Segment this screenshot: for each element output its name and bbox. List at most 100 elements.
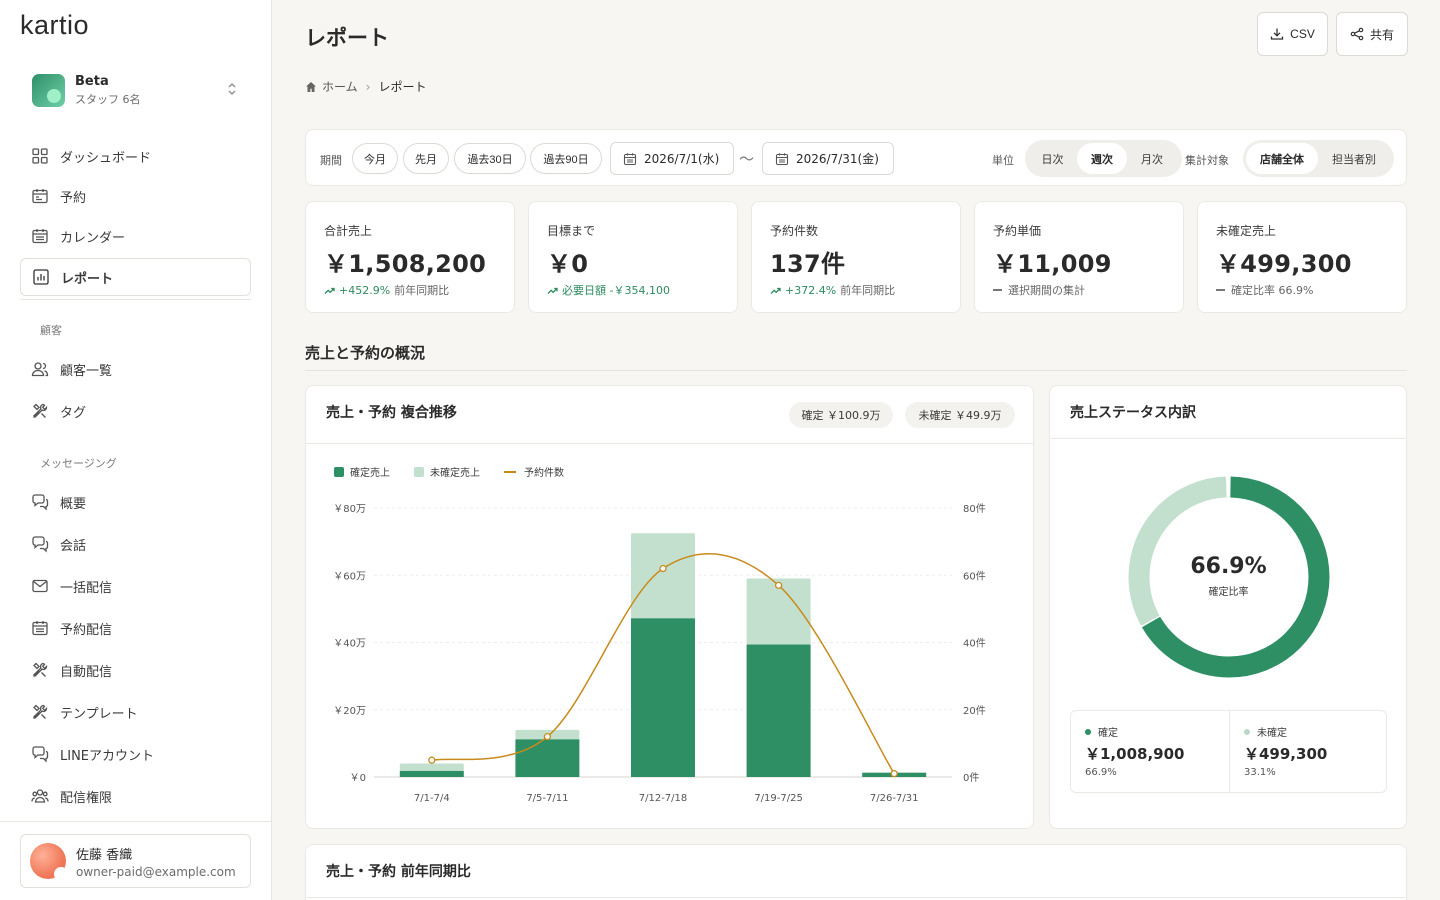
nav-booking-label: 予約 — [60, 190, 87, 206]
target-segmented-control: 店舗全体 担当者別 — [1243, 140, 1394, 177]
period-label: 期間 — [320, 154, 342, 167]
x-tick-label: 7/1-7/4 — [414, 793, 450, 804]
period-last-30[interactable]: 過去30日 — [454, 143, 526, 174]
workspace-switcher[interactable]: Beta スタッフ 6名 — [20, 62, 252, 118]
y-tick-right: 20件 — [963, 705, 986, 717]
bar-pending — [631, 533, 695, 619]
home-icon — [306, 81, 316, 92]
csv-label: CSV — [1290, 27, 1315, 41]
nav-broadcast[interactable]: 一括配信 — [20, 567, 251, 605]
app-logo[interactable]: kartio — [20, 10, 89, 41]
yoy-card: 売上・予約 前年同期比 — [305, 844, 1407, 900]
kpi-note-text: 選択期間の集計 — [1008, 284, 1085, 297]
trend-up-icon — [324, 287, 335, 294]
user-name: 佐藤 香織 — [76, 847, 133, 863]
kpi-value: ￥1,508,200 — [324, 250, 487, 278]
x-tick-label: 7/19-7/25 — [754, 793, 803, 804]
donut-center-label: 確定比率 — [1208, 587, 1249, 598]
period-last-month[interactable]: 先月 — [403, 143, 449, 174]
nav-conversations[interactable]: 会話 — [20, 525, 251, 563]
period-last-90[interactable]: 過去90日 — [530, 143, 602, 174]
stat-percent: 66.9% — [1085, 767, 1117, 778]
user-menu[interactable]: 佐藤 香織 owner-paid@example.com — [20, 834, 251, 888]
donut-center-value: 66.9% — [1190, 554, 1267, 579]
kpi-note-text: 確定比率 66.9% — [1231, 284, 1314, 297]
grid-icon — [31, 147, 49, 165]
combo-chart: ￥0 0件 ￥20万 20件 ￥40万 40件 ￥60万 60件 ￥80万 80件 7/1-7/4 7… — [333, 503, 986, 804]
stat-label-text: 確定 — [1098, 728, 1118, 739]
chat-icon — [31, 493, 49, 511]
date-from-picker[interactable]: 2026/7/1(水) — [610, 142, 734, 175]
kpi-title: 予約件数 — [770, 224, 819, 238]
kpi-pending-sales: 未確定売上 ￥499,300 確定比率 66.9% — [1197, 201, 1407, 313]
tools-icon — [31, 703, 49, 721]
breadcrumb: ホーム › レポート — [305, 78, 426, 95]
nav-divider — [20, 299, 251, 300]
nav-scheduled-label: 予約配信 — [60, 622, 113, 638]
nav-line-label: LINEアカウント — [60, 748, 155, 764]
y-tick-right: 40件 — [963, 638, 986, 650]
date-from-value: 2026/7/1(水) — [644, 152, 720, 166]
bookings-point — [659, 564, 667, 573]
y-tick-right: 60件 — [963, 570, 986, 582]
kpi-bookings: 予約件数 137件 +372.4% 前年同期比 — [751, 201, 961, 313]
trend-up-icon — [770, 287, 781, 294]
bookings-point — [890, 769, 898, 778]
target-store[interactable]: 店舗全体 — [1246, 143, 1318, 174]
breadcrumb-home[interactable]: ホーム — [322, 78, 358, 95]
chat-icon — [31, 535, 49, 553]
tools-icon — [31, 402, 49, 420]
nav-calendar[interactable]: カレンダー — [20, 217, 251, 255]
filter-bar: 期間 今月 先月 過去30日 過去90日 2026/7/1(水) 〜 2026/… — [305, 129, 1407, 186]
nav-tags-label: タグ — [60, 405, 87, 421]
mail-icon — [31, 577, 49, 595]
unit-weekly[interactable]: 週次 — [1077, 143, 1127, 174]
section-divider — [305, 370, 1407, 371]
dot-icon — [1244, 728, 1250, 735]
calendar-icon — [775, 152, 789, 165]
nav-templates[interactable]: テンプレート — [20, 693, 251, 731]
unit-daily[interactable]: 日次 — [1028, 143, 1077, 174]
calendar-icon — [31, 227, 49, 245]
calendar-icon — [623, 152, 637, 165]
nav-booking[interactable]: 予約 — [20, 177, 251, 215]
kpi-note: 確定比率 66.9% — [1216, 282, 1313, 298]
kpi-delta-note: 前年同期比 — [394, 284, 450, 297]
target-label: 集計対象 — [1185, 154, 1229, 167]
unit-monthly[interactable]: 月次 — [1127, 143, 1177, 174]
nav-report[interactable]: レポート — [20, 258, 251, 296]
kpi-value: ￥0 — [547, 250, 589, 278]
nav-dashboard[interactable]: ダッシュボード — [20, 137, 251, 175]
y-tick-right: 80件 — [963, 503, 986, 515]
nav-line[interactable]: LINEアカウント — [20, 735, 251, 773]
unit-segmented-control: 日次 週次 月次 — [1025, 140, 1182, 177]
nav-customers[interactable]: 顧客一覧 — [20, 350, 251, 388]
nav-overview[interactable]: 概要 — [20, 483, 251, 521]
kpi-unit-price: 予約単価 ￥11,009 選択期間の集計 — [974, 201, 1184, 313]
stat-percent: 33.1% — [1244, 767, 1276, 778]
nav-scheduled[interactable]: 予約配信 — [20, 609, 251, 647]
kpi-delta: +452.9% 前年同期比 — [324, 282, 449, 298]
bar-confirmed — [399, 770, 464, 777]
nav-section-customer: 顧客 — [40, 324, 62, 337]
target-staff[interactable]: 担当者別 — [1318, 143, 1390, 174]
date-to-picker[interactable]: 2026/7/31(金) — [762, 142, 894, 175]
y-tick-left: ￥0 — [350, 773, 366, 784]
stat-value: ￥1,008,900 — [1085, 745, 1185, 763]
share-button[interactable]: 共有 — [1336, 12, 1408, 56]
bar-confirmed — [515, 739, 580, 777]
stat-label: 確定 — [1085, 724, 1118, 739]
nav-tags[interactable]: タグ — [20, 392, 251, 430]
kpi-delta-value: 必要日額 -￥354,100 — [562, 284, 670, 297]
kpi-value: 137件 — [770, 250, 846, 278]
nav-permissions[interactable]: 配信権限 — [20, 777, 251, 815]
kpi-delta-value: +452.9% — [339, 283, 391, 297]
nav-section-messaging: メッセージング — [40, 457, 117, 470]
kpi-value: ￥11,009 — [993, 250, 1112, 278]
nav-auto[interactable]: 自動配信 — [20, 651, 251, 689]
period-this-month[interactable]: 今月 — [352, 143, 398, 174]
section-title: 売上と予約の概況 — [305, 344, 426, 362]
share-icon — [1350, 27, 1364, 41]
dash-icon — [993, 289, 1002, 291]
csv-download-button[interactable]: CSV — [1257, 12, 1328, 56]
